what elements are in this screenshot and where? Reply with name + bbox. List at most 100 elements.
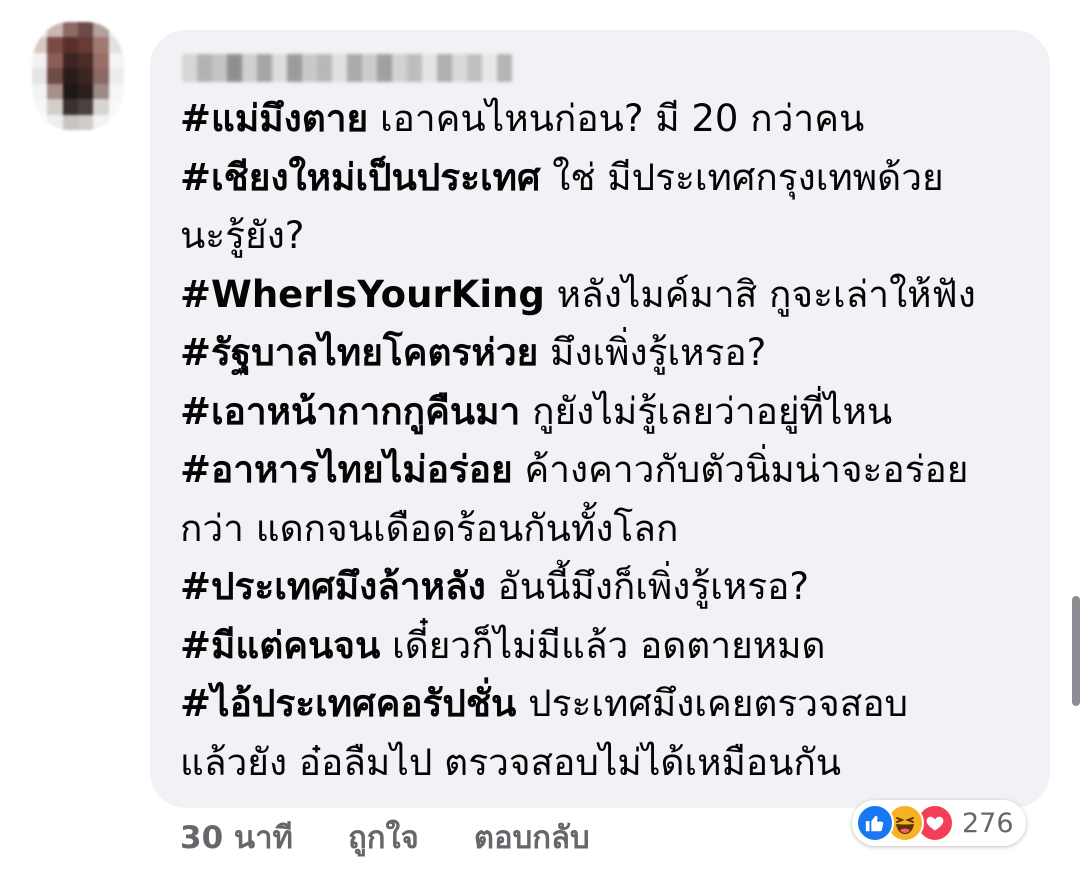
reaction-summary[interactable]: 276 [852, 800, 1026, 846]
avatar-pixel [77, 22, 94, 38]
avatar-pixel [108, 99, 124, 115]
timestamp[interactable]: 30 นาที [180, 812, 293, 862]
avatar-pixel [62, 83, 78, 100]
hashtag-link[interactable]: #ประเทศมึงล้าหลัง [180, 565, 486, 608]
comment-line: #มีแต่คนจน เดี๋ยวก็ไม่มีแล้ว อดตายหมด [180, 617, 1040, 676]
avatar-pixel [77, 37, 94, 53]
avatar-pixel [32, 52, 48, 69]
comment-line-text: เดี๋ยวก็ไม่มีแล้ว อดตายหมด [380, 623, 826, 667]
comment-line-text: ใช่ มีประเทศกรุงเทพด้วย [540, 155, 944, 199]
avatar-pixel [93, 83, 109, 100]
avatar-pixel [93, 22, 109, 38]
name-pixel [407, 54, 422, 82]
name-pixel [392, 54, 407, 82]
avatar-pixel [93, 114, 109, 130]
avatar-pixel [62, 114, 78, 130]
name-pixel [287, 54, 302, 82]
avatar-pixel [108, 22, 124, 38]
hashtag-link[interactable]: #เอาหน้ากากกูคืนมา [180, 390, 520, 433]
avatar-pixel [108, 52, 124, 69]
name-pixel [482, 54, 497, 82]
comment-line-text: กูยังไม่รู้เลยว่าอยู่ที่ไหน [520, 389, 893, 433]
comment-line-text: ประเทศมึงเคยตรวจสอบ [516, 682, 909, 725]
avatar-pixel [77, 52, 94, 69]
comment-line-text: แล้วยัง อ๋อลืมไป ตรวจสอบไม่ได้เหมือนกัน [180, 740, 842, 784]
hashtag-link[interactable]: #ไอ้ประเทศคอรัปชั่น [180, 682, 516, 725]
name-pixel [212, 54, 227, 82]
comment-line: #อาหารไทยไม่อร่อย ค้างคาวกับตัวนิ่มน่าจะ… [180, 441, 1040, 500]
comment-actions: 30 นาที ถูกใจ ตอบกลับ [180, 812, 590, 862]
comment-line: แล้วยัง อ๋อลืมไป ตรวจสอบไม่ได้เหมือนกัน [180, 734, 1040, 793]
name-pixel [197, 54, 212, 82]
avatar[interactable] [32, 22, 124, 130]
comment-line: นะรู้ยัง? [180, 207, 1040, 266]
avatar-pixel [62, 37, 78, 53]
comment-line: #รัฐบาลไทยโคตรห่วย มึงเพิ่งรู้เหรอ? [180, 324, 1040, 383]
hashtag-link[interactable]: #รัฐบาลไทยโคตรห่วย [180, 331, 538, 374]
name-pixel [302, 54, 317, 82]
avatar-pixel [32, 83, 48, 100]
avatar-pixel [108, 114, 124, 130]
comment-line-text: มึงเพิ่งรู้เหรอ? [538, 331, 767, 374]
avatar-pixel [47, 114, 63, 130]
avatar-pixel [47, 37, 63, 53]
name-pixel [362, 54, 377, 82]
hashtag-link[interactable]: #เชียงใหม่เป็นประเทศ [180, 156, 541, 199]
avatar-pixel [108, 37, 124, 53]
like-icon [856, 804, 894, 842]
avatar-pixel [47, 99, 63, 115]
name-pixel [347, 54, 362, 82]
name-pixel [257, 54, 272, 82]
comment-line-text: ค้างคาวกับตัวนิ่มน่าจะอร่อย [512, 448, 969, 491]
avatar-pixel [32, 22, 48, 38]
name-pixel [452, 54, 467, 82]
comment-line: #เชียงใหม่เป็นประเทศ ใช่ มีประเทศกรุงเทพ… [180, 149, 1040, 208]
comment-line-text: อันนี้มึงก็เพิ่งรู้เหรอ? [485, 565, 809, 608]
hashtag-link[interactable]: #แม่มึงตาย [180, 97, 368, 140]
like-button[interactable]: ถูกใจ [348, 812, 419, 862]
comment-line: #ไอ้ประเทศคอรัปชั่น ประเทศมึงเคยตรวจสอบ [180, 675, 1040, 734]
avatar-pixel [32, 99, 48, 115]
avatar-pixel [47, 83, 63, 100]
avatar-pixel [108, 68, 124, 84]
avatar-pixel [77, 83, 94, 100]
name-pixel [242, 54, 257, 82]
avatar-pixel [62, 68, 78, 84]
name-pixel [182, 54, 197, 82]
avatar-pixel [77, 99, 94, 115]
avatar-pixel [77, 114, 94, 130]
comment-line: #เอาหน้ากากกูคืนมา กูยังไม่รู้เลยว่าอยู่… [180, 383, 1040, 442]
hashtag-link[interactable]: #มีแต่คนจน [180, 624, 380, 667]
name-pixel [422, 54, 437, 82]
name-pixel [437, 54, 452, 82]
avatar-pixel [62, 52, 78, 69]
avatar-pixel [32, 37, 48, 53]
name-pixel [272, 54, 287, 82]
avatar-pixel [47, 52, 63, 69]
avatar-pixel [93, 99, 109, 115]
comment-text: #แม่มึงตาย เอาคนไหนก่อน? มี 20 กว่าคน #เช… [180, 90, 1040, 792]
hashtag-link[interactable]: #WherIsYourKing [180, 273, 545, 316]
comment-line-text: นะรู้ยัง? [180, 214, 305, 257]
comment-line: กว่า แดกจนเดือดร้อนกันทั้งโลก [180, 500, 1040, 559]
avatar-pixel [62, 99, 78, 115]
avatar-pixel [93, 68, 109, 84]
name-pixel [332, 54, 347, 82]
avatar-pixel [77, 68, 94, 84]
comment-line: #WherIsYourKing หลังไมค์มาสิ กูจะเล่าให้… [180, 266, 1040, 325]
comment-line: #แม่มึงตาย เอาคนไหนก่อน? มี 20 กว่าคน [180, 90, 1040, 149]
name-pixel [227, 54, 242, 82]
avatar-pixel [32, 68, 48, 84]
reply-button[interactable]: ตอบกลับ [474, 812, 590, 862]
hashtag-link[interactable]: #อาหารไทยไม่อร่อย [180, 448, 513, 491]
author-name-redacted[interactable] [182, 54, 512, 82]
name-pixel [317, 54, 332, 82]
avatar-pixel [47, 22, 63, 38]
name-pixel [377, 54, 392, 82]
scrollbar[interactable] [1072, 596, 1080, 706]
avatar-pixel [93, 52, 109, 69]
comment-line: #ประเทศมึงล้าหลัง อันนี้มึงก็เพิ่งรู้เหร… [180, 558, 1040, 617]
comment-view: #แม่มึงตาย เอาคนไหนก่อน? มี 20 กว่าคน #เช… [0, 0, 1080, 870]
name-pixel [467, 54, 482, 82]
comment-line-text: กว่า แดกจนเดือดร้อนกันทั้งโลก [180, 506, 679, 550]
